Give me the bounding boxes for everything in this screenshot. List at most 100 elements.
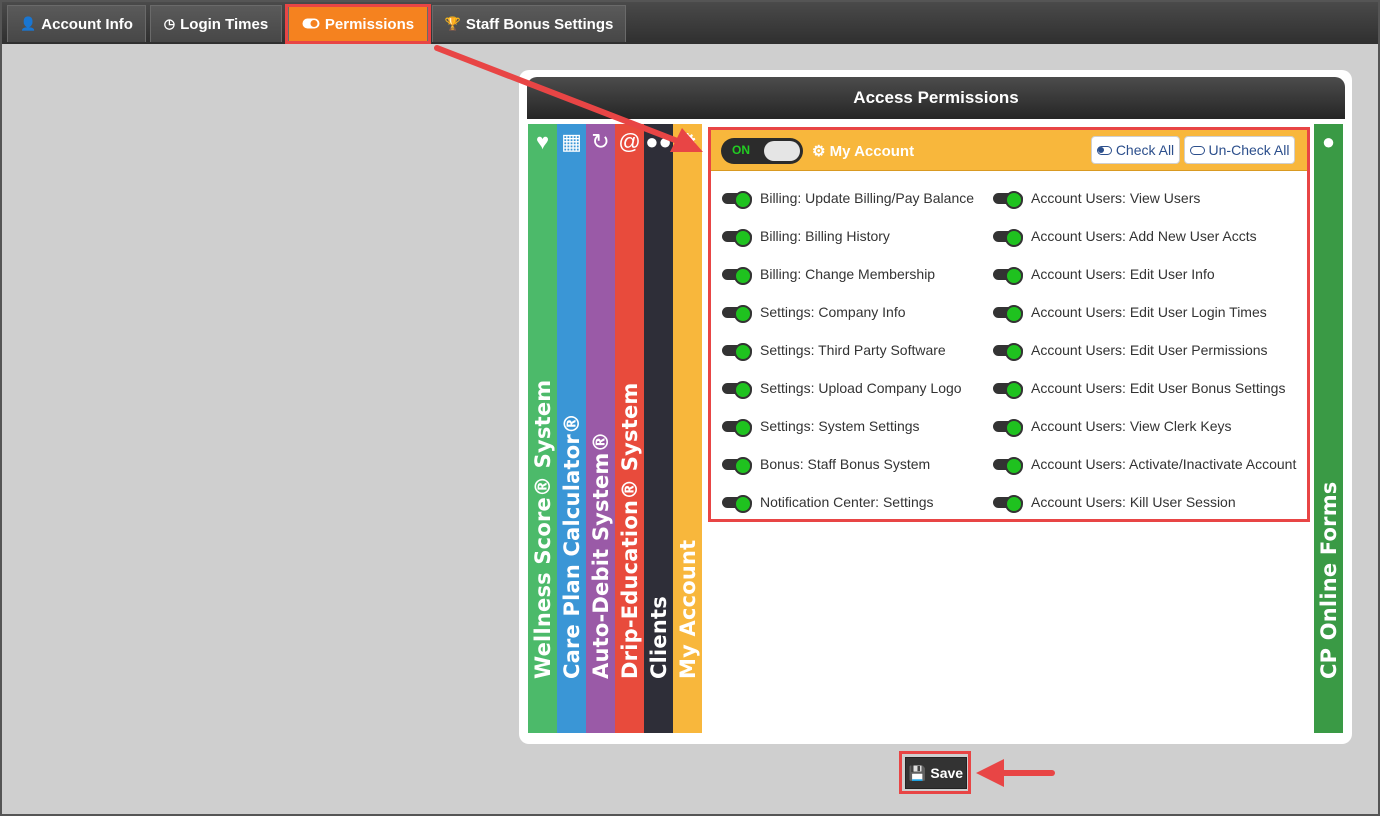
permission-toggle[interactable] <box>722 380 752 399</box>
permission-toggle[interactable] <box>993 380 1023 399</box>
permission-item[interactable]: Account Users: Add New User Accts <box>993 226 1257 247</box>
permission-toggle[interactable] <box>993 190 1023 209</box>
section-title: ⚙ My Account <box>812 142 914 160</box>
toggle-knob <box>764 141 800 161</box>
gear-icon: ⚙ <box>812 143 826 160</box>
tab-label: Account Info <box>41 15 133 33</box>
side-tab-clients[interactable]: ●● Clients <box>644 124 673 733</box>
calculator-icon: ▦ <box>561 129 582 154</box>
permission-item[interactable]: Billing: Billing History <box>722 226 890 247</box>
permission-item[interactable]: Account Users: Edit User Bonus Settings <box>993 378 1285 399</box>
my-account-permissions-section: ON ⚙ My Account Check All Un-Check All B… <box>708 127 1310 522</box>
save-button[interactable]: 💾 Save <box>905 757 967 789</box>
check-all-label: Check All <box>1115 142 1175 158</box>
tab-label: Permissions <box>324 15 415 33</box>
uncheck-all-label: Un-Check All <box>1208 142 1290 158</box>
tab-label: Staff Bonus Settings <box>465 15 614 33</box>
permission-label: Bonus: Staff Bonus System <box>760 456 931 472</box>
side-tab-label: Wellness Score® System <box>530 379 555 679</box>
permission-item[interactable]: Account Users: Edit User Login Times <box>993 302 1267 323</box>
side-tab-label: My Account <box>675 539 700 679</box>
permission-item[interactable]: Settings: Company Info <box>722 302 906 323</box>
panel-title: Access Permissions <box>527 77 1345 119</box>
side-tab-wellness-score[interactable]: ♥ Wellness Score® System <box>528 124 557 733</box>
section-toggle[interactable]: ON <box>721 138 803 164</box>
permission-toggle[interactable] <box>993 494 1023 513</box>
permission-toggle[interactable] <box>722 494 752 513</box>
permission-item[interactable]: Account Users: View Clerk Keys <box>993 416 1232 437</box>
permission-item[interactable]: Account Users: Activate/Inactivate Accou… <box>993 454 1297 475</box>
permission-toggle[interactable] <box>993 266 1023 285</box>
permission-item[interactable]: Settings: System Settings <box>722 416 920 437</box>
permission-label: Settings: Third Party Software <box>760 342 946 358</box>
users-icon: ●● <box>645 129 672 154</box>
permission-toggle[interactable] <box>993 228 1023 247</box>
permission-label: Account Users: View Clerk Keys <box>1031 418 1232 434</box>
side-tab-auto-debit[interactable]: ↻ Auto-Debit System® <box>586 124 615 733</box>
permission-toggle[interactable] <box>722 266 752 285</box>
check-all-button[interactable]: Check All <box>1091 136 1180 164</box>
uncheck-all-button[interactable]: Un-Check All <box>1184 136 1295 164</box>
tab-label: Login Times <box>180 15 269 33</box>
side-tab-care-plan[interactable]: ▦ Care Plan Calculator® <box>557 124 586 733</box>
floppy-disk-icon: 💾 <box>908 764 927 781</box>
permission-item[interactable]: Account Users: View Users <box>993 188 1201 209</box>
permission-label: Notification Center: Settings <box>760 494 934 510</box>
section-title-text: My Account <box>829 143 915 160</box>
at-icon: @ <box>618 129 641 154</box>
section-header: ON ⚙ My Account Check All Un-Check All <box>711 130 1307 171</box>
permission-item[interactable]: Account Users: Kill User Session <box>993 492 1236 513</box>
permission-label: Account Users: Add New User Accts <box>1031 228 1257 244</box>
permission-item[interactable]: Settings: Third Party Software <box>722 340 946 361</box>
user-icon: 👤 <box>20 16 37 31</box>
permission-label: Billing: Update Billing/Pay Balance <box>760 190 975 206</box>
permission-item[interactable]: Billing: Update Billing/Pay Balance <box>722 188 975 209</box>
permission-label: Account Users: Kill User Session <box>1031 494 1236 510</box>
side-tab-label: Drip-Education® System <box>617 382 642 679</box>
toggle-off-icon <box>1189 145 1205 155</box>
permission-item[interactable]: Settings: Upload Company Logo <box>722 378 962 399</box>
trophy-icon: 🏆 <box>444 16 461 31</box>
permission-label: Account Users: Edit User Info <box>1031 266 1215 282</box>
permission-label: Account Users: Activate/Inactivate Accou… <box>1031 456 1297 472</box>
permission-item[interactable]: Account Users: Edit User Permissions <box>993 340 1268 361</box>
toggle-on-icon <box>1096 145 1112 155</box>
permission-item[interactable]: Bonus: Staff Bonus System <box>722 454 931 475</box>
permission-toggle[interactable] <box>722 418 752 437</box>
permission-toggle[interactable] <box>722 456 752 475</box>
permission-toggle[interactable] <box>993 418 1023 437</box>
permission-item[interactable]: Billing: Change Membership <box>722 264 936 285</box>
permission-label: Settings: Company Info <box>760 304 906 320</box>
permission-label: Billing: Change Membership <box>760 266 936 282</box>
tab-permissions[interactable]: Permissions <box>288 5 428 42</box>
permission-toggle[interactable] <box>722 190 752 209</box>
permission-label: Settings: System Settings <box>760 418 920 434</box>
heartbeat-icon: ♥ <box>535 129 550 154</box>
permission-toggle[interactable] <box>722 304 752 323</box>
toggle-on-label: ON <box>732 143 750 157</box>
side-tab-cp-online-forms[interactable]: ● CP Online Forms <box>1314 124 1343 733</box>
permission-item[interactable]: Account Users: Edit User Info <box>993 264 1215 285</box>
tab-account-info[interactable]: 👤 Account Info <box>7 5 146 42</box>
permission-label: Settings: Upload Company Logo <box>760 380 962 396</box>
permission-label: Billing: Billing History <box>760 228 890 244</box>
side-tab-my-account[interactable]: ⚙ My Account <box>673 124 702 733</box>
side-tab-label: CP Online Forms <box>1316 481 1341 679</box>
tab-login-times[interactable]: ◷ Login Times <box>150 5 282 42</box>
permission-item[interactable]: Notification Center: Settings <box>722 492 934 513</box>
permission-toggle[interactable] <box>993 456 1023 475</box>
clock-icon: ◷ <box>163 16 176 31</box>
permission-toggle[interactable] <box>993 342 1023 361</box>
permission-toggle[interactable] <box>722 228 752 247</box>
permission-toggle[interactable] <box>722 342 752 361</box>
globe-icon: ● <box>1321 129 1336 154</box>
side-tab-label: Clients <box>646 596 671 679</box>
permission-toggle[interactable] <box>993 304 1023 323</box>
tab-staff-bonus-settings[interactable]: 🏆 Staff Bonus Settings <box>432 5 626 42</box>
gear-icon: ⚙ <box>677 129 698 154</box>
side-tab-drip-education[interactable]: @ Drip-Education® System <box>615 124 644 733</box>
permission-label: Account Users: View Users <box>1031 190 1201 206</box>
refresh-icon: ↻ <box>591 129 610 154</box>
permission-label: Account Users: Edit User Login Times <box>1031 304 1267 320</box>
side-tab-label: Care Plan Calculator® <box>559 412 584 679</box>
